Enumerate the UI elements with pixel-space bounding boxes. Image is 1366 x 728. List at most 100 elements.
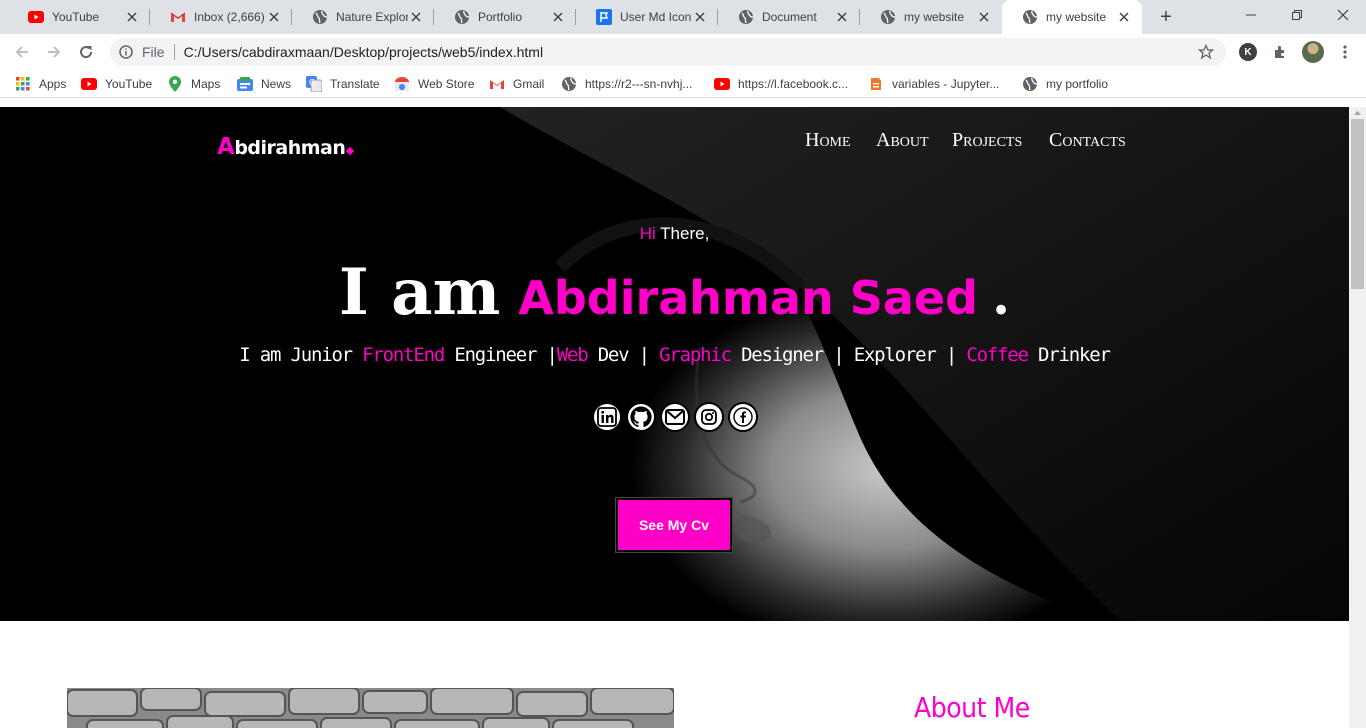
- address-bar[interactable]: File C:/Users/cabdiraxmaan/Desktop/proje…: [110, 38, 1226, 66]
- bookmark-item[interactable]: News: [237, 70, 291, 98]
- url-text[interactable]: C:/Users/cabdiraxmaan/Desktop/projects/w…: [184, 44, 544, 60]
- bookmark-label: YouTube: [105, 77, 153, 91]
- reload-icon[interactable]: [74, 40, 98, 64]
- bookmark-item[interactable]: Web Store: [394, 70, 474, 98]
- bookmark-label: Web Store: [418, 77, 475, 91]
- browser-tab[interactable]: User Md Icon |: [576, 0, 718, 34]
- bookmark-item[interactable]: G Translate: [306, 70, 380, 98]
- menu-kebab-icon[interactable]: [1333, 40, 1357, 64]
- bookmark-item[interactable]: Gmail: [489, 70, 544, 98]
- nav-contacts[interactable]: Contacts: [1049, 129, 1126, 152]
- email-icon[interactable]: [660, 402, 690, 432]
- see-cv-button[interactable]: See My Cv: [615, 497, 733, 553]
- logo-dot: [346, 146, 355, 156]
- close-tab-icon[interactable]: [834, 9, 850, 25]
- close-tab-icon[interactable]: [408, 9, 424, 25]
- tab-title: Nature Explora: [336, 10, 408, 24]
- browser-tab[interactable]: Document: [718, 0, 860, 34]
- close-tab-icon[interactable]: [124, 9, 140, 25]
- bookmark-item[interactable]: YouTube: [81, 70, 152, 98]
- gmail-icon: [170, 9, 186, 25]
- bookmark-label: News: [261, 77, 292, 91]
- avatar[interactable]: [1302, 41, 1324, 63]
- hero-headline: I am Abdirahman Saed.: [0, 255, 1349, 330]
- headline-suffix: .: [992, 266, 1011, 327]
- close-tab-icon[interactable]: [266, 9, 282, 25]
- facebook-icon[interactable]: [728, 402, 758, 432]
- bookmark-item[interactable]: Maps: [167, 70, 220, 98]
- browser-toolbar: File C:/Users/cabdiraxmaan/Desktop/proje…: [0, 34, 1366, 70]
- minimize-icon[interactable]: [1228, 0, 1274, 30]
- gmail-icon: [489, 76, 505, 92]
- bookmark-item[interactable]: my portfolio: [1022, 70, 1108, 98]
- linkedin-icon[interactable]: [592, 402, 622, 432]
- info-icon[interactable]: [118, 44, 134, 60]
- about-photo: [67, 688, 674, 728]
- svg-text:G: G: [309, 78, 315, 87]
- scrollbar[interactable]: [1349, 107, 1366, 728]
- back-icon[interactable]: [10, 40, 34, 64]
- globe-icon: [312, 9, 328, 25]
- hero-subtitle: I am Junior FrontEnd Engineer |Web Dev |…: [0, 344, 1349, 366]
- subtitle-text: I am Junior: [239, 344, 363, 366]
- bookmark-label: https://r2---sn-nvhj...: [585, 77, 693, 91]
- logo-initial: A: [217, 134, 235, 160]
- hero-section: Abdirahman Home About Projects Contacts …: [0, 107, 1349, 621]
- headline-name: Abdirahman Saed: [518, 271, 979, 325]
- youtube-icon: [714, 76, 730, 92]
- close-tab-icon[interactable]: [1116, 9, 1132, 25]
- bookmark-item[interactable]: Apps: [15, 70, 66, 98]
- globe-icon: [454, 9, 470, 25]
- scheme-label: File: [142, 44, 165, 60]
- site-logo[interactable]: Abdirahman: [217, 134, 355, 160]
- close-tab-icon[interactable]: [692, 9, 708, 25]
- divider: [173, 44, 175, 60]
- webstore-icon: [394, 76, 410, 92]
- scrollbar-thumb[interactable]: [1351, 119, 1364, 289]
- bookmark-item[interactable]: https://r2---sn-nvhj...: [561, 70, 692, 98]
- tab-title: YouTube: [52, 10, 100, 24]
- tab-title: Inbox (2,666) -: [194, 10, 266, 24]
- subtitle-highlight: Graphic: [659, 344, 732, 366]
- greeting-rest: There,: [655, 224, 710, 243]
- restore-icon[interactable]: [1274, 0, 1320, 30]
- subtitle-text: Engineer |: [444, 344, 558, 366]
- browser-tab[interactable]: my website: [860, 0, 1002, 34]
- nav-projects[interactable]: Projects: [952, 129, 1022, 152]
- youtube-icon: [28, 9, 44, 25]
- browser-tab[interactable]: Nature Explora: [292, 0, 434, 34]
- scroll-up-arrow-icon[interactable]: [1349, 107, 1366, 119]
- bookmark-label: Apps: [39, 77, 67, 91]
- forward-icon[interactable]: [42, 40, 66, 64]
- star-icon[interactable]: [1197, 43, 1215, 63]
- instagram-icon[interactable]: [694, 402, 724, 432]
- nav-about[interactable]: About: [876, 129, 929, 152]
- news-icon: [237, 76, 253, 92]
- flag-icon: [596, 9, 612, 25]
- nav-home[interactable]: Home: [805, 129, 851, 152]
- youtube-icon: [81, 76, 97, 92]
- subtitle-text: Drinker: [1027, 344, 1111, 366]
- tab-title: my website: [904, 10, 965, 24]
- bookmark-label: variables - Jupyter...: [892, 77, 1000, 91]
- bookmark-item[interactable]: https://l.facebook.c...: [714, 70, 848, 98]
- close-tab-icon[interactable]: [976, 9, 992, 25]
- tab-title: User Md Icon |: [620, 10, 692, 24]
- apps-grid-icon: [15, 76, 31, 92]
- browser-tab[interactable]: Portfolio: [434, 0, 576, 34]
- browser-tab[interactable]: YouTube: [8, 0, 150, 34]
- browser-tab[interactable]: my website: [1002, 0, 1142, 34]
- profile-avatar-k[interactable]: K: [1239, 43, 1257, 61]
- tab-title: Document: [762, 10, 817, 24]
- extensions-icon[interactable]: [1268, 40, 1292, 64]
- close-window-icon[interactable]: [1320, 0, 1366, 30]
- bookmark-label: my portfolio: [1046, 77, 1109, 91]
- github-icon[interactable]: [626, 402, 656, 432]
- close-tab-icon[interactable]: [550, 9, 566, 25]
- page-viewport: Abdirahman Home About Projects Contacts …: [0, 107, 1349, 728]
- bookmark-item[interactable]: variables - Jupyter...: [868, 70, 999, 98]
- browser-tab[interactable]: Inbox (2,666) -: [150, 0, 292, 34]
- new-tab-button[interactable]: +: [1154, 5, 1178, 29]
- subtitle-text: Designer | Explorer |: [730, 344, 967, 366]
- bookmark-label: Gmail: [513, 77, 545, 91]
